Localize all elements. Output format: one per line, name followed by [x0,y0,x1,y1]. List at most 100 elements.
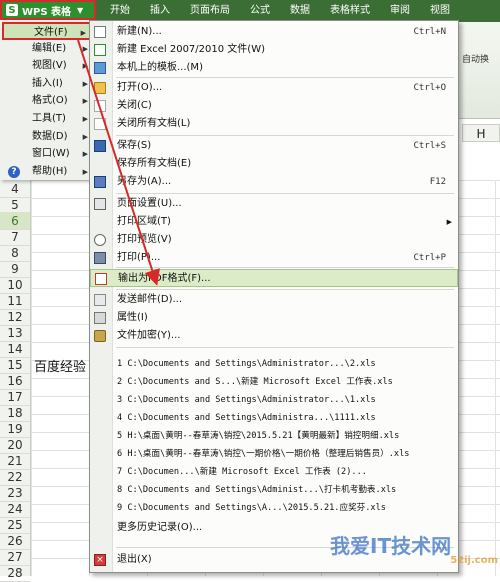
file-menu-item-label: 打印区域(T) [117,216,171,227]
chevron-right-icon: ▶ [82,97,88,106]
file-menu-item-label: 属性(I) [117,312,148,323]
recent-file-path: 1 C:\Documents and Settings\Administrato… [117,359,376,369]
menu-item-label: 格式(O) [32,95,68,107]
file-menu-item-label: 另存为(A)... [117,176,172,187]
column-header-h[interactable]: H [462,124,500,142]
help-icon: ? [8,165,20,178]
menu-item[interactable]: 工具(T) ▶ [2,110,94,128]
chevron-right-icon: ▶ [82,44,88,53]
file-menu-item[interactable]: 另存为(A)... F12 [90,173,458,191]
file-menu-item-label: 关闭(C) [117,100,152,111]
file-menu-item-label: 发送邮件(D)... [117,294,183,305]
file-menu-item[interactable]: 属性(I) [90,309,458,327]
menu-item-label: 视图(V) [32,60,67,72]
file-menu-item[interactable]: 关闭(C) [90,97,458,115]
chevron-right-icon: ▶ [82,62,88,71]
menu-separator [116,289,454,290]
wps-menu-button[interactable]: S WPS 表格 ▼ [0,0,96,20]
file-menu-item[interactable]: 打印预览(V) [90,231,458,249]
tab-insert[interactable]: 插入 [140,0,180,22]
encrypt-icon [94,330,106,342]
file-menu-item[interactable]: 保存(S) Ctrl+S [90,137,458,155]
mail-icon [94,294,106,306]
menu-item[interactable]: 窗口(W) ▶ [2,145,94,163]
properties-icon [94,312,106,324]
file-menu-item[interactable]: 本机上的模板...(M) [90,59,458,77]
menu-item[interactable]: 插入(I) ▶ [2,75,94,93]
recent-file-path: 5 H:\桌面\黄明--春草涛\销控\2015.5.21【黄明最新】销控明细.x… [117,431,400,441]
tab-view[interactable]: 视图 [420,0,460,22]
menu-item[interactable]: 文件(F) ▶ [2,22,94,40]
file-menu-item[interactable]: 打印区域(T) ▶ [90,213,458,231]
file-menu-item[interactable]: 打开(O)... Ctrl+O [90,79,458,97]
shortcut-label: Ctrl+N [413,27,446,37]
recent-file-item[interactable]: 3 C:\Documents and Settings\Administrato… [90,391,458,409]
recent-file-item[interactable]: 9 C:\Documents and Settings\A...\2015.5.… [90,499,458,517]
file-menu-item[interactable]: 保存所有文档(E) [90,155,458,173]
tab-review[interactable]: 审阅 [380,0,420,22]
chevron-right-icon: ▶ [82,132,88,141]
close-all-icon [94,118,106,130]
menu-separator [116,267,454,268]
file-menu-item[interactable]: 打印(P)... Ctrl+P [90,249,458,267]
save-icon [94,140,106,152]
menu-item-label: 工具(T) [32,113,66,124]
recent-file-item[interactable]: 6 H:\桌面\黄明--春草涛\销控\一期价格\一期价格（整理后销售员）.xls [90,445,458,463]
exit-label: 退出(X) [117,554,152,565]
menu-item[interactable]: 编辑(E) ▶ [2,40,94,58]
file-menu-item-label: 保存所有文档(E) [117,158,192,169]
recent-file-item[interactable]: 8 C:\Documents and Settings\Administ...\… [90,481,458,499]
recent-file-item[interactable]: 1 C:\Documents and Settings\Administrato… [90,355,458,373]
file-menu-item-label: 页面设置(U)... [117,198,182,209]
recent-file-item[interactable]: 4 C:\Documents and Settings\Administra..… [90,409,458,427]
row-number[interactable]: 28 [0,564,30,582]
pdf-icon [95,273,107,285]
menu-separator [116,193,454,194]
tab-data[interactable]: 数据 [280,0,320,22]
recent-file-item[interactable]: 7 C:\Documen...\新建 Microsoft Excel 工作表 (… [90,463,458,481]
file-menu-item[interactable]: 关闭所有文档(L) [90,115,458,133]
recent-file-item[interactable]: 2 C:\Documents and S...\新建 Microsoft Exc… [90,373,458,391]
recent-file-path: 3 C:\Documents and Settings\Administrato… [117,395,376,405]
recent-file-path: 6 H:\桌面\黄明--春草涛\销控\一期价格\一期价格（整理后销售员）.xls [117,449,410,459]
menu-item[interactable]: 视图(V) ▶ [2,57,94,75]
exit-icon: × [94,554,106,566]
file-menu-item[interactable]: 文件加密(Y)... [90,327,458,345]
tab-formula[interactable]: 公式 [240,0,280,22]
open-folder-icon [94,82,106,94]
tab-start[interactable]: 开始 [100,0,140,22]
auto-wrap-button[interactable]: 自动换 [462,52,500,70]
chevron-right-icon: ▶ [82,150,88,159]
file-menu-item[interactable]: 发送邮件(D)... [90,291,458,309]
tab-table-style[interactable]: 表格样式 [320,0,380,22]
print-preview-icon [94,234,106,246]
menu-item[interactable]: 格式(O) ▶ [2,92,94,110]
file-menu-item[interactable]: 新建(N)... Ctrl+N [90,23,458,41]
shortcut-label: Ctrl+S [413,141,446,151]
menu-item-label: 窗口(W) [32,148,70,160]
recent-file-path: 4 C:\Documents and Settings\Administra..… [117,413,376,423]
file-menu-item[interactable]: 新建 Excel 2007/2010 文件(W) [90,41,458,59]
template-icon [94,62,106,74]
cell-a15[interactable]: 百度经验 [34,356,86,375]
file-menu-item-label: 本机上的模板...(M) [117,62,203,73]
file-menu-item-label: 关闭所有文档(L) [117,118,191,129]
chevron-down-icon: ▼ [77,5,84,15]
chevron-right-icon: ▶ [82,115,88,123]
wps-logo-icon: S [6,4,18,16]
file-menu-item[interactable]: 输出为PDF格式(F)... [90,269,458,287]
menu-item[interactable]: ? 帮助(H) ▶ [2,163,94,181]
menu-item-label: 数据(D) [32,130,68,142]
shortcut-label: F12 [429,177,446,187]
recent-file-path: 9 C:\Documents and Settings\A...\2015.5.… [117,503,386,513]
recent-file-item[interactable]: 5 H:\桌面\黄明--春草涛\销控\2015.5.21【黄明最新】销控明细.x… [90,427,458,445]
file-menu-item[interactable]: 页面设置(U)... [90,195,458,213]
shortcut-label: Ctrl+P [413,253,446,263]
ribbon-tabs: 开始 插入 页面布局 公式 数据 表格样式 审阅 视图 [100,0,460,22]
tab-page-layout[interactable]: 页面布局 [180,0,240,22]
file-menu-item-label: 新建 Excel 2007/2010 文件(W) [117,44,265,55]
menu-item[interactable]: 数据(D) ▶ [2,128,94,146]
menu-item-label: 编辑(E) [32,42,67,54]
new-excel-icon [94,44,106,56]
file-menu-item-label: 保存(S) [117,140,152,151]
